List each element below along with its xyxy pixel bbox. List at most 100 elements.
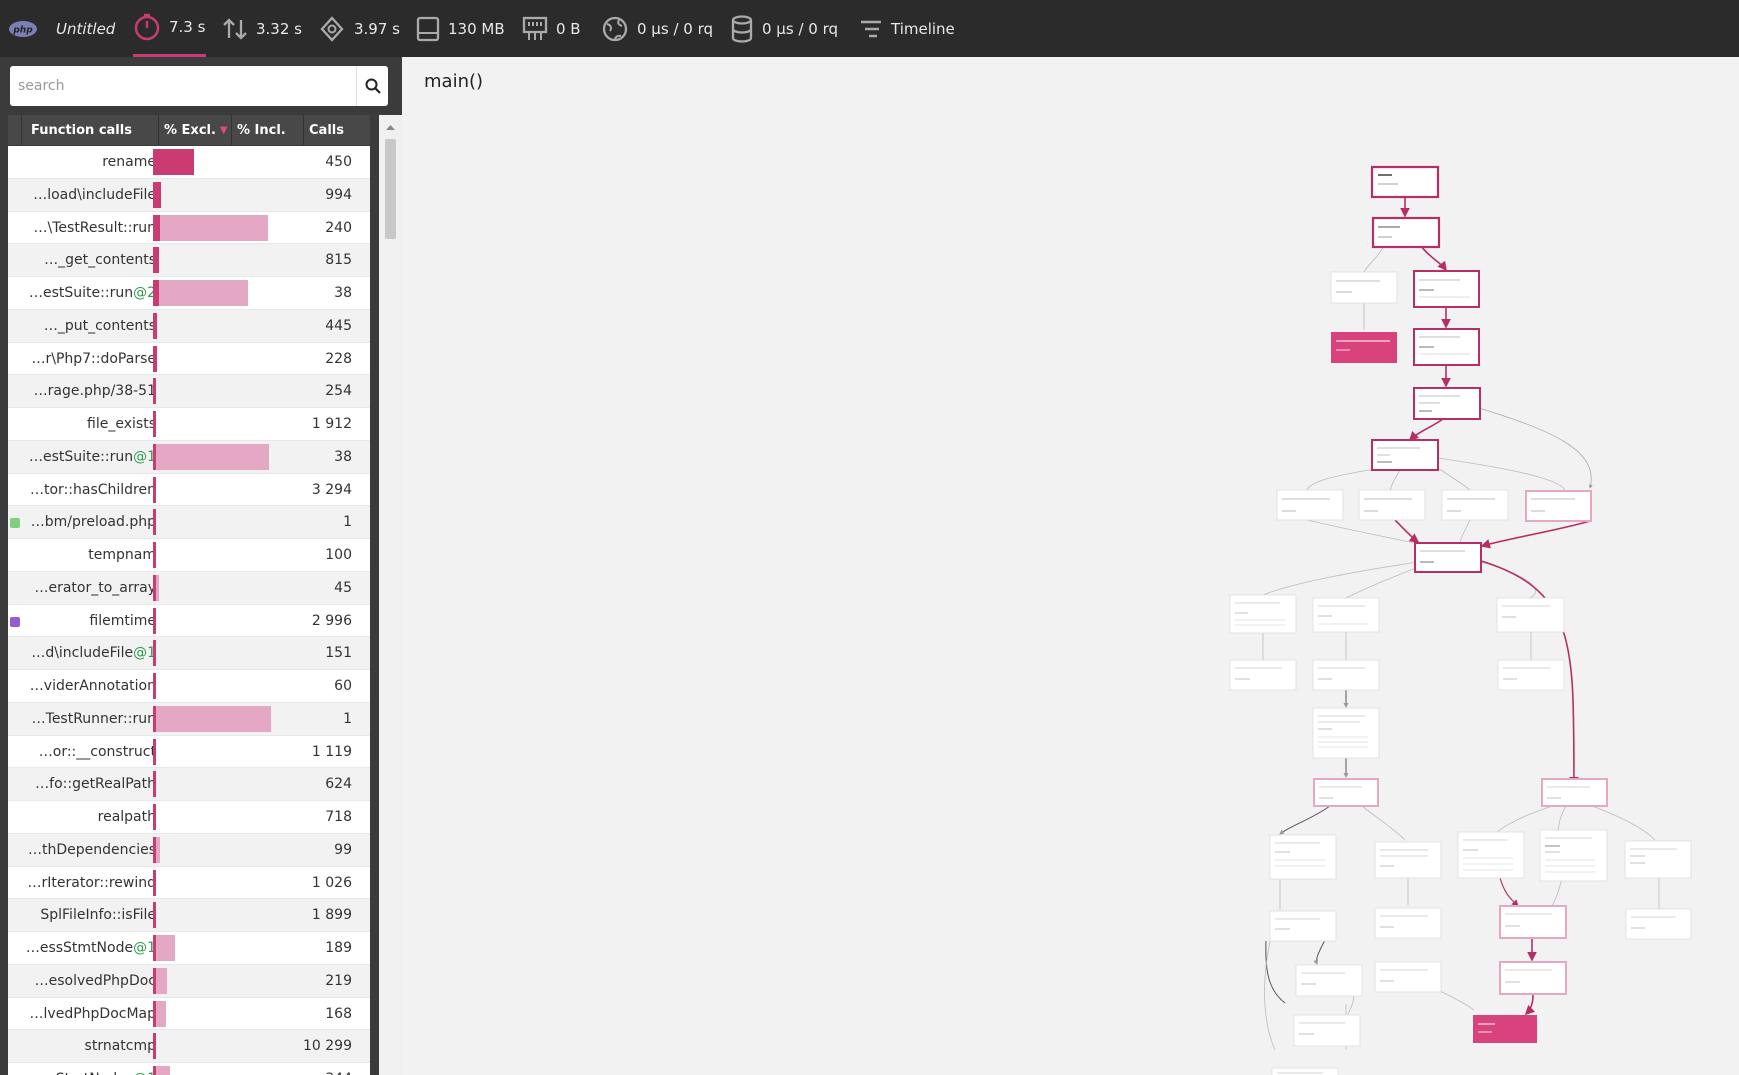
search-button[interactable] bbox=[356, 66, 388, 106]
php-logo-icon[interactable]: php bbox=[8, 0, 46, 57]
graph-node[interactable] bbox=[1499, 961, 1567, 995]
graph-node[interactable] bbox=[1457, 831, 1525, 879]
function-row[interactable]: …or::__construct 1 119 bbox=[8, 735, 370, 769]
graph-node[interactable] bbox=[1293, 1014, 1361, 1047]
function-name-text: …thDependencies bbox=[28, 841, 156, 858]
graph-node[interactable] bbox=[1496, 597, 1565, 633]
graph-node[interactable] bbox=[1312, 707, 1380, 759]
function-row[interactable]: …r\Php7::doParse 228 bbox=[8, 342, 370, 376]
function-row[interactable]: …esolvedPhpDoc 219 bbox=[8, 964, 370, 998]
cpu-metric[interactable]: 3.97 s bbox=[318, 0, 400, 57]
function-row[interactable]: …estSuite::run @2 38 bbox=[8, 277, 370, 310]
project-name[interactable]: Untitled bbox=[56, 0, 115, 57]
cost-bar bbox=[153, 1066, 293, 1075]
http-value: 0 µs / 0 rq bbox=[637, 19, 713, 38]
graph-node[interactable] bbox=[1414, 542, 1482, 573]
function-row[interactable]: …rage.php/38-51 254 bbox=[8, 375, 370, 408]
list-scrollbar[interactable] bbox=[379, 115, 402, 1075]
function-row[interactable]: …fo::getRealPath 624 bbox=[8, 768, 370, 801]
graph-node[interactable] bbox=[1413, 270, 1480, 308]
graph-node[interactable] bbox=[1441, 489, 1509, 521]
graph-node[interactable] bbox=[1276, 489, 1344, 521]
graph-node[interactable] bbox=[1330, 271, 1398, 304]
function-row[interactable]: …_get_contents 815 bbox=[8, 244, 370, 277]
function-row[interactable]: …lvedPhpDocMap 168 bbox=[8, 997, 370, 1031]
graph-node[interactable] bbox=[1229, 594, 1297, 634]
column-header-incl[interactable]: % Incl. bbox=[232, 115, 304, 145]
graph-node[interactable] bbox=[1625, 908, 1692, 940]
function-row[interactable]: …bm/preload.php 1 bbox=[8, 506, 370, 539]
function-row[interactable]: …estSuite::run @1 38 bbox=[8, 440, 370, 474]
graph-node[interactable] bbox=[1374, 841, 1442, 879]
function-row[interactable]: …load\includeFile 994 bbox=[8, 178, 370, 212]
sql-metric[interactable]: 0 µs / 0 rq bbox=[730, 0, 838, 57]
timeline-button[interactable]: Timeline bbox=[859, 0, 955, 57]
scroll-thumb[interactable] bbox=[385, 139, 396, 239]
function-row[interactable]: …TestRunner::run 1 bbox=[8, 702, 370, 736]
function-row[interactable]: SplFileInfo::isFile 1 899 bbox=[8, 899, 370, 932]
function-row[interactable]: …_put_contents 445 bbox=[8, 309, 370, 343]
graph-node[interactable] bbox=[1473, 1015, 1537, 1043]
column-header-function-calls[interactable]: Function calls bbox=[22, 115, 159, 145]
graph-node[interactable] bbox=[1541, 778, 1608, 807]
graph-node[interactable] bbox=[1271, 1067, 1339, 1075]
function-row[interactable]: …thDependencies 99 bbox=[8, 833, 370, 867]
graph-node[interactable] bbox=[1370, 165, 1440, 199]
cost-bar bbox=[153, 443, 293, 470]
cost-bar bbox=[153, 640, 293, 667]
wall-time-metric[interactable]: 7.3 s bbox=[133, 0, 206, 57]
graph-node[interactable] bbox=[1413, 328, 1480, 366]
function-row[interactable]: file_exists 1 912 bbox=[8, 408, 370, 441]
graph-node[interactable] bbox=[1371, 439, 1439, 471]
graph-node[interactable] bbox=[1313, 778, 1379, 807]
graph-node[interactable] bbox=[1331, 332, 1397, 363]
graph-node[interactable] bbox=[1499, 905, 1567, 939]
function-row[interactable]: …tor::hasChildren 3 294 bbox=[8, 473, 370, 507]
function-row[interactable]: …essStmtNode @1 189 bbox=[8, 932, 370, 965]
function-name: …r\Php7::doParse bbox=[14, 343, 156, 375]
graph-node[interactable] bbox=[1371, 216, 1441, 249]
column-header-calls[interactable]: Calls bbox=[304, 115, 370, 145]
graph-node[interactable] bbox=[1624, 840, 1692, 879]
graph-node[interactable] bbox=[1295, 964, 1363, 997]
graph-node[interactable] bbox=[1525, 490, 1592, 522]
graph-node[interactable] bbox=[1413, 387, 1481, 420]
io-wait-metric[interactable]: 3.32 s bbox=[222, 0, 302, 57]
graph-node[interactable] bbox=[1374, 907, 1442, 939]
column-header-excl[interactable]: % Excl. ▼ bbox=[159, 115, 232, 145]
callgraph[interactable] bbox=[402, 57, 1739, 1075]
function-row[interactable]: …erator_to_array 45 bbox=[8, 571, 370, 605]
function-row[interactable]: strnatcmp 10 299 bbox=[8, 1030, 370, 1063]
graph-node[interactable] bbox=[1269, 834, 1337, 880]
function-row[interactable]: …viderAnnotation 60 bbox=[8, 670, 370, 703]
graph-node[interactable] bbox=[1229, 659, 1297, 691]
call-count: 450 bbox=[325, 154, 352, 170]
network-metric[interactable]: 0 B bbox=[522, 0, 581, 57]
cost-bar bbox=[153, 738, 293, 765]
graph-node[interactable] bbox=[1312, 659, 1380, 691]
graph-node[interactable] bbox=[1358, 489, 1426, 521]
http-metric[interactable]: 0 µs / 0 rq bbox=[601, 0, 713, 57]
function-row[interactable]: realpath 718 bbox=[8, 801, 370, 834]
graph-node[interactable] bbox=[1539, 829, 1608, 882]
graph-node[interactable] bbox=[1374, 961, 1442, 993]
graph-node[interactable] bbox=[1269, 910, 1337, 942]
function-name-text: …\TestResult::run bbox=[33, 219, 156, 236]
table-header: Function calls % Excl. ▼ % Incl. Calls bbox=[8, 115, 370, 145]
graph-node[interactable] bbox=[1497, 659, 1565, 691]
function-row[interactable]: rename 450 bbox=[8, 146, 370, 179]
scroll-up-icon[interactable] bbox=[379, 119, 402, 135]
function-row[interactable]: …\TestResult::run 240 bbox=[8, 211, 370, 245]
function-row[interactable]: …essStmtNodes@1 344 bbox=[8, 1063, 370, 1075]
call-count: 100 bbox=[325, 547, 352, 563]
graph-node[interactable] bbox=[1312, 597, 1380, 633]
function-row[interactable]: …rIterator::rewind 1 026 bbox=[8, 866, 370, 900]
search-input[interactable] bbox=[10, 66, 355, 106]
function-row[interactable]: tempnam 100 bbox=[8, 539, 370, 572]
function-row[interactable]: filemtime 2 996 bbox=[8, 604, 370, 638]
function-row[interactable]: …d\includeFile @1 151 bbox=[8, 637, 370, 670]
exclusive-bar bbox=[153, 738, 156, 765]
memory-metric[interactable]: 130 MB bbox=[416, 0, 505, 57]
cost-bar bbox=[153, 705, 293, 732]
function-name-text: …estSuite::run bbox=[28, 448, 134, 465]
